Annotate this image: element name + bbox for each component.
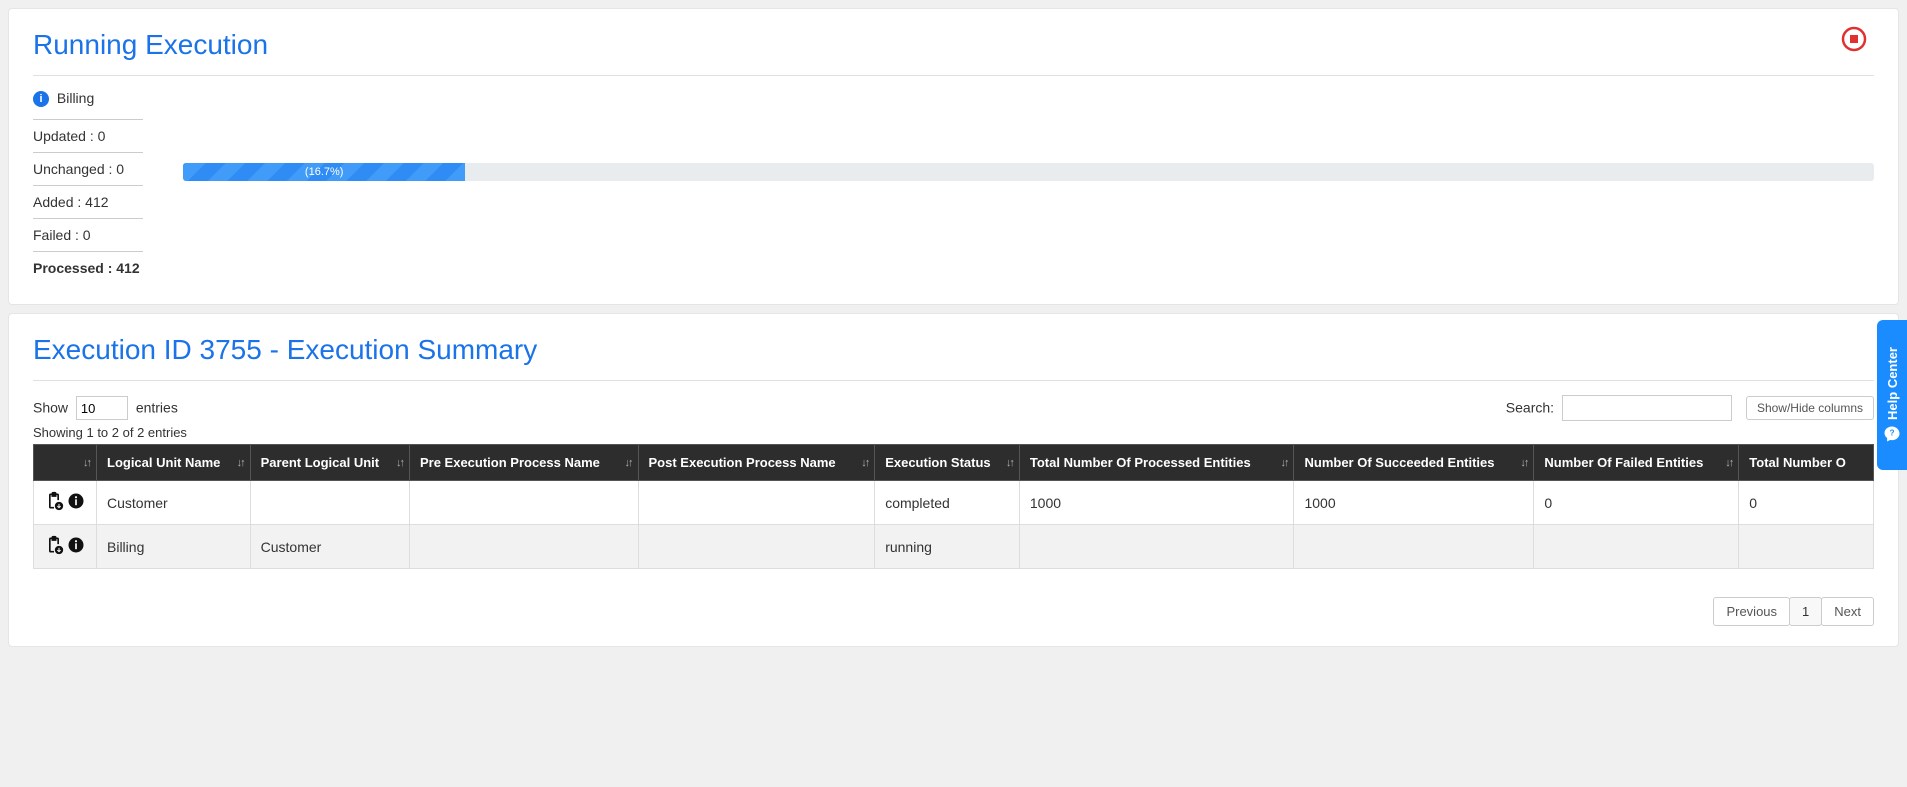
cell-succeeded [1294,525,1534,569]
help-center-label: Help Center [1885,347,1900,420]
help-chat-icon: ? [1883,425,1901,443]
table-header-row: ↓↑ Logical Unit Name↓↑ Parent Logical Un… [34,445,1874,481]
table-row: Billing Customer running [34,525,1874,569]
stat-processed: Processed : 412 [33,251,143,284]
running-execution-panel: Running Execution i Billing Updated : 0 … [8,8,1899,305]
stat-unchanged: Unchanged : 0 [33,152,143,185]
sort-icon: ↓↑ [396,457,403,469]
stat-updated: Updated : 0 [33,119,143,152]
col-total-processed[interactable]: Total Number Of Processed Entities↓↑ [1019,445,1294,481]
sort-icon: ↓↑ [237,457,244,469]
info-icon: i [33,91,49,107]
pagination: Previous 1 Next [33,597,1874,626]
cell-status: running [875,525,1020,569]
sort-icon: ↓↑ [625,457,632,469]
cell-parent [250,481,409,525]
stop-icon [1840,25,1868,53]
cell-logical-unit: Billing [97,525,251,569]
col-extra[interactable]: Total Number O [1739,445,1874,481]
table-controls: Show entries Search: Show/Hide columns [33,395,1874,421]
search-and-cols: Search: Show/Hide columns [1506,395,1874,421]
sort-icon: ↓↑ [861,457,868,469]
cell-pre [409,481,638,525]
svg-text:?: ? [1889,429,1894,438]
cell-post [638,525,875,569]
stop-button[interactable] [1840,25,1868,53]
sort-icon: ↓↑ [1520,457,1527,469]
running-content-row: Updated : 0 Unchanged : 0 Added : 412 Fa… [33,119,1874,284]
summary-table: ↓↑ Logical Unit Name↓↑ Parent Logical Un… [33,444,1874,569]
running-execution-title: Running Execution [33,29,1874,76]
search-box: Search: [1506,395,1732,421]
sort-icon: ↓↑ [1725,457,1732,469]
pagination-previous[interactable]: Previous [1713,597,1790,626]
pagination-page-1[interactable]: 1 [1789,597,1822,626]
cell-succeeded: 1000 [1294,481,1534,525]
info-icon[interactable] [66,491,86,514]
table-scroll[interactable]: ↓↑ Logical Unit Name↓↑ Parent Logical Un… [33,444,1874,585]
cell-logical-unit: Customer [97,481,251,525]
show-label-pre: Show [33,400,68,416]
show-label-post: entries [136,400,178,416]
showing-info: Showing 1 to 2 of 2 entries [33,425,1874,440]
help-center-tab[interactable]: Help Center ? [1877,320,1907,470]
col-exec-status[interactable]: Execution Status↓↑ [875,445,1020,481]
sort-icon: ↓↑ [83,457,90,469]
col-logical-unit-name[interactable]: Logical Unit Name↓↑ [97,445,251,481]
cell-processed: 1000 [1019,481,1294,525]
col-post-exec[interactable]: Post Execution Process Name↓↑ [638,445,875,481]
clipboard-download-icon[interactable] [44,491,64,514]
sort-icon: ↓↑ [1280,457,1287,469]
col-pre-exec[interactable]: Pre Execution Process Name↓↑ [409,445,638,481]
execution-summary-panel: Execution ID 3755 - Execution Summary Sh… [8,313,1899,647]
progress-fill: (16.7%) [183,163,465,181]
show-hide-columns-button[interactable]: Show/Hide columns [1746,396,1874,420]
info-line: i Billing [33,90,1874,107]
cell-pre [409,525,638,569]
cell-extra: 0 [1739,481,1874,525]
col-succeeded[interactable]: Number Of Succeeded Entities↓↑ [1294,445,1534,481]
table-body: Customer completed 1000 1000 0 0 [34,481,1874,569]
progress-wrap: (16.7%) [183,163,1874,181]
cell-status: completed [875,481,1020,525]
cell-parent: Customer [250,525,409,569]
col-failed[interactable]: Number Of Failed Entities↓↑ [1534,445,1739,481]
search-label: Search: [1506,400,1554,416]
progress-percent-label: (16.7%) [305,166,344,178]
search-input[interactable] [1562,395,1732,421]
cell-post [638,481,875,525]
col-actions[interactable]: ↓↑ [34,445,97,481]
stat-failed: Failed : 0 [33,218,143,251]
clipboard-download-icon[interactable] [44,535,64,558]
entries-control: Show entries [33,396,178,420]
cell-failed: 0 [1534,481,1739,525]
cell-processed [1019,525,1294,569]
col-parent-logical-unit[interactable]: Parent Logical Unit↓↑ [250,445,409,481]
progress-bar: (16.7%) [183,163,1874,181]
pagination-next[interactable]: Next [1821,597,1874,626]
cell-extra [1739,525,1874,569]
execution-summary-title: Execution ID 3755 - Execution Summary [33,334,1874,381]
info-icon[interactable] [66,535,86,558]
sort-icon: ↓↑ [1006,457,1013,469]
info-label: Billing [57,90,94,106]
cell-failed [1534,525,1739,569]
page-size-input[interactable] [76,396,128,420]
stat-added: Added : 412 [33,185,143,218]
stats-box: Updated : 0 Unchanged : 0 Added : 412 Fa… [33,119,143,284]
table-row: Customer completed 1000 1000 0 0 [34,481,1874,525]
